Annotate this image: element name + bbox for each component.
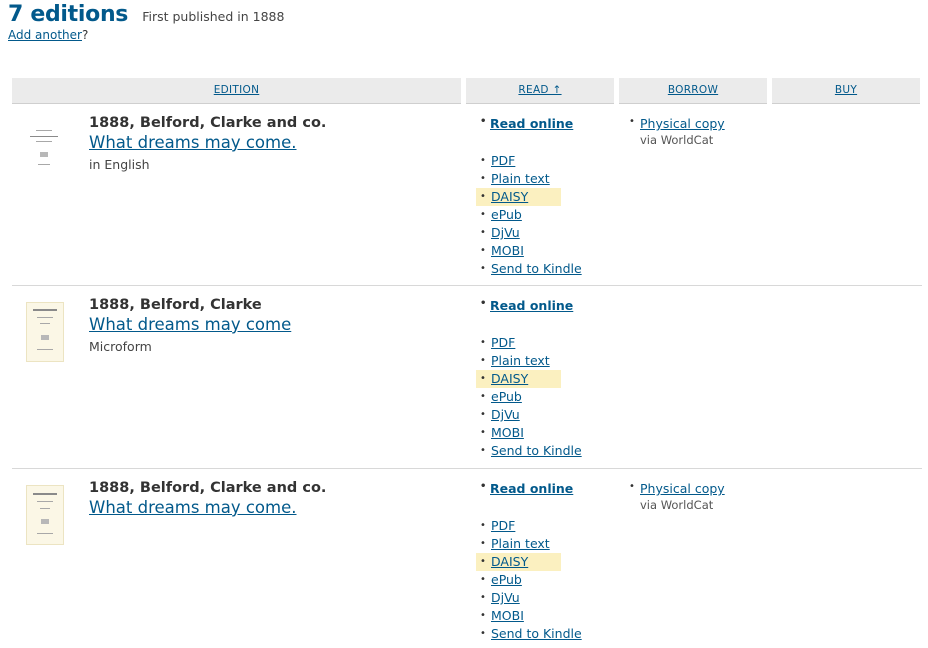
format-item: MOBI [476,242,626,260]
read-online-link[interactable]: Read online [490,298,573,313]
book-cover[interactable] [26,120,62,178]
format-item: PDF [476,334,626,352]
mobi-link[interactable]: MOBI [491,608,524,623]
borrow-options: Physical copy via WorldCat [628,116,725,147]
edition-language: in English [89,157,150,172]
physical-copy-link[interactable]: Physical copy [640,116,725,131]
format-item: MOBI [476,424,626,442]
daisy-link[interactable]: DAISY [491,189,528,204]
format-item: DjVu [476,224,626,242]
column-header-buy: BUY [772,78,920,104]
pdf-link[interactable]: PDF [491,153,515,168]
send-to-kindle-link[interactable]: Send to Kindle [491,626,582,641]
format-item: DjVu [476,406,626,424]
column-header-read: READ ↑ [466,78,614,104]
format-item: DjVu [476,589,626,607]
bullet-icon: • [480,298,487,309]
format-item: Plain text [476,352,626,370]
book-cover[interactable] [26,485,64,545]
send-to-kindle-link[interactable]: Send to Kindle [491,443,582,458]
read-online-item: • Read online [480,116,573,131]
pdf-link[interactable]: PDF [491,335,515,350]
read-online-item: • Read online [480,481,573,496]
format-item: Send to Kindle [476,442,626,460]
djvu-link[interactable]: DjVu [491,225,520,240]
djvu-link[interactable]: DjVu [491,590,520,605]
pdf-link[interactable]: PDF [491,518,515,533]
format-item: ePub [476,206,626,224]
format-item: Send to Kindle [476,260,626,278]
daisy-link[interactable]: DAISY [491,554,528,569]
edition-row: 1888, Belford, Clarke and co. What dream… [12,469,922,648]
add-another-link[interactable]: Add another [8,28,82,42]
format-item: Plain text [476,170,626,188]
djvu-link[interactable]: DjVu [491,407,520,422]
edition-title-link[interactable]: What dreams may come [89,315,291,334]
format-item-highlighted: DAISY [476,188,561,206]
plain-text-link[interactable]: Plain text [491,353,550,368]
editions-header: 7 editions First published in 1888 [8,2,284,27]
daisy-link[interactable]: DAISY [491,371,528,386]
borrow-options: Physical copy via WorldCat [628,481,725,512]
sort-edition-link[interactable]: EDITION [12,78,461,103]
edition-info: 1888, Belford, Clarke and co. What dream… [89,480,326,517]
edition-publisher: 1888, Belford, Clarke and co. [89,480,327,496]
edition-row: 1888, Belford, Clarke What dreams may co… [12,286,922,469]
borrow-item: Physical copy [628,116,725,131]
edition-title-link[interactable]: What dreams may come. [89,498,297,517]
borrow-source: via WorldCat [640,133,714,147]
edition-row: 1888, Belford, Clarke and co. What dream… [12,104,922,286]
epub-link[interactable]: ePub [491,207,522,222]
read-online-link[interactable]: Read online [490,481,573,496]
physical-copy-link[interactable]: Physical copy [640,481,725,496]
edition-format-note: Microform [89,339,152,354]
mobi-link[interactable]: MOBI [491,243,524,258]
mobi-link[interactable]: MOBI [491,425,524,440]
plain-text-link[interactable]: Plain text [491,171,550,186]
add-another-suffix: ? [81,28,89,42]
plain-text-link[interactable]: Plain text [491,536,550,551]
format-item-highlighted: DAISY [476,370,561,388]
download-formats-list: PDF Plain text DAISY ePub DjVu MOBI Send… [476,334,626,460]
column-header-edition: EDITION [12,78,461,104]
edition-publisher: 1888, Belford, Clarke and co. [89,115,327,131]
format-item: PDF [476,517,626,535]
sort-read-link[interactable]: READ ↑ [466,78,614,103]
format-item: MOBI [476,607,626,625]
edition-info: 1888, Belford, Clarke and co. What dream… [89,115,326,172]
send-to-kindle-link[interactable]: Send to Kindle [491,261,582,276]
add-another-line: Add another? [8,28,88,42]
epub-link[interactable]: ePub [491,572,522,587]
bullet-icon: • [480,116,487,127]
download-formats-list: PDF Plain text DAISY ePub DjVu MOBI Send… [476,152,626,278]
column-header-borrow: BORROW [619,78,767,104]
format-item: ePub [476,571,626,589]
edition-title-link[interactable]: What dreams may come. [89,133,297,152]
edition-info: 1888, Belford, Clarke What dreams may co… [89,297,291,354]
book-cover[interactable] [26,302,64,362]
borrow-item: Physical copy [628,481,725,496]
first-published-note: First published in 1888 [142,9,285,24]
format-item: PDF [476,152,626,170]
format-item: Plain text [476,535,626,553]
bullet-icon: • [480,481,487,492]
read-online-item: • Read online [480,298,573,313]
format-item: ePub [476,388,626,406]
borrow-source: via WorldCat [640,498,714,512]
read-online-link[interactable]: Read online [490,116,573,131]
format-item: Send to Kindle [476,625,626,643]
sort-buy-link[interactable]: BUY [772,78,920,103]
epub-link[interactable]: ePub [491,389,522,404]
sort-borrow-link[interactable]: BORROW [619,78,767,103]
format-item-highlighted: DAISY [476,553,561,571]
edition-publisher: 1888, Belford, Clarke [89,297,262,313]
download-formats-list: PDF Plain text DAISY ePub DjVu MOBI Send… [476,517,626,643]
editions-count: 7 editions [8,2,129,27]
